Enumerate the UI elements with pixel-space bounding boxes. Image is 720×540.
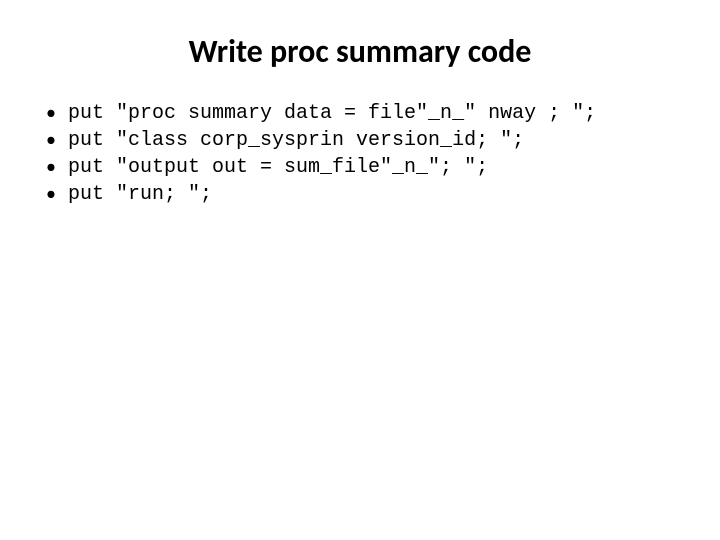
bullet-list: put "proc summary data = file"_n_" nway … bbox=[46, 101, 692, 207]
code-line: put "output out = sum_file"_n_"; "; bbox=[68, 156, 488, 179]
slide: Write proc summary code put "proc summar… bbox=[0, 0, 720, 207]
list-item: put "run; "; bbox=[46, 182, 692, 207]
list-item: put "class corp_sysprin version_id; "; bbox=[46, 128, 692, 153]
code-line: put "proc summary data = file"_n_" nway … bbox=[68, 102, 596, 125]
page-title: Write proc summary code bbox=[28, 32, 692, 71]
list-item: put "output out = sum_file"_n_"; "; bbox=[46, 155, 692, 180]
list-item: put "proc summary data = file"_n_" nway … bbox=[46, 101, 692, 126]
code-line: put "class corp_sysprin version_id; "; bbox=[68, 129, 524, 152]
code-line: put "run; "; bbox=[68, 183, 212, 206]
